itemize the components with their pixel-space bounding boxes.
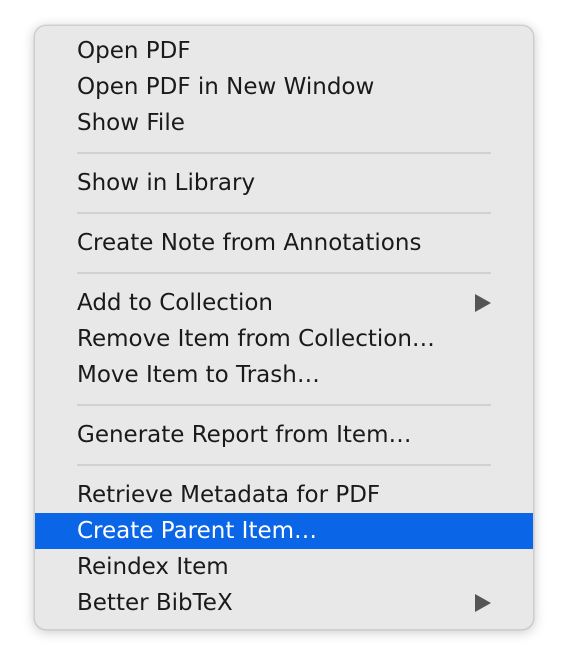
menu-separator <box>35 141 533 165</box>
context-menu: Open PDF Open PDF in New Window Show Fil… <box>34 25 534 630</box>
menu-item-better-bibtex[interactable]: Better BibTeX <box>35 585 533 621</box>
menu-item-create-parent-item[interactable]: Create Parent Item… <box>35 513 533 549</box>
menu-separator <box>35 393 533 417</box>
menu-item-label: Better BibTeX <box>77 590 233 616</box>
menu-item-open-pdf-new-window[interactable]: Open PDF in New Window <box>35 69 533 105</box>
submenu-arrow-icon <box>475 594 491 612</box>
menu-item-open-pdf[interactable]: Open PDF <box>35 33 533 69</box>
menu-item-remove-from-collection[interactable]: Remove Item from Collection… <box>35 321 533 357</box>
menu-item-show-file[interactable]: Show File <box>35 105 533 141</box>
menu-item-generate-report[interactable]: Generate Report from Item… <box>35 417 533 453</box>
menu-separator <box>35 261 533 285</box>
submenu-arrow-icon <box>475 294 491 312</box>
menu-item-reindex-item[interactable]: Reindex Item <box>35 549 533 585</box>
menu-item-label: Add to Collection <box>77 290 274 316</box>
menu-item-add-to-collection[interactable]: Add to Collection <box>35 285 533 321</box>
menu-item-create-note-from-annotations[interactable]: Create Note from Annotations <box>35 225 533 261</box>
menu-item-show-in-library[interactable]: Show in Library <box>35 165 533 201</box>
menu-separator <box>35 453 533 477</box>
menu-separator <box>35 201 533 225</box>
menu-item-retrieve-metadata[interactable]: Retrieve Metadata for PDF <box>35 477 533 513</box>
menu-item-move-to-trash[interactable]: Move Item to Trash… <box>35 357 533 393</box>
